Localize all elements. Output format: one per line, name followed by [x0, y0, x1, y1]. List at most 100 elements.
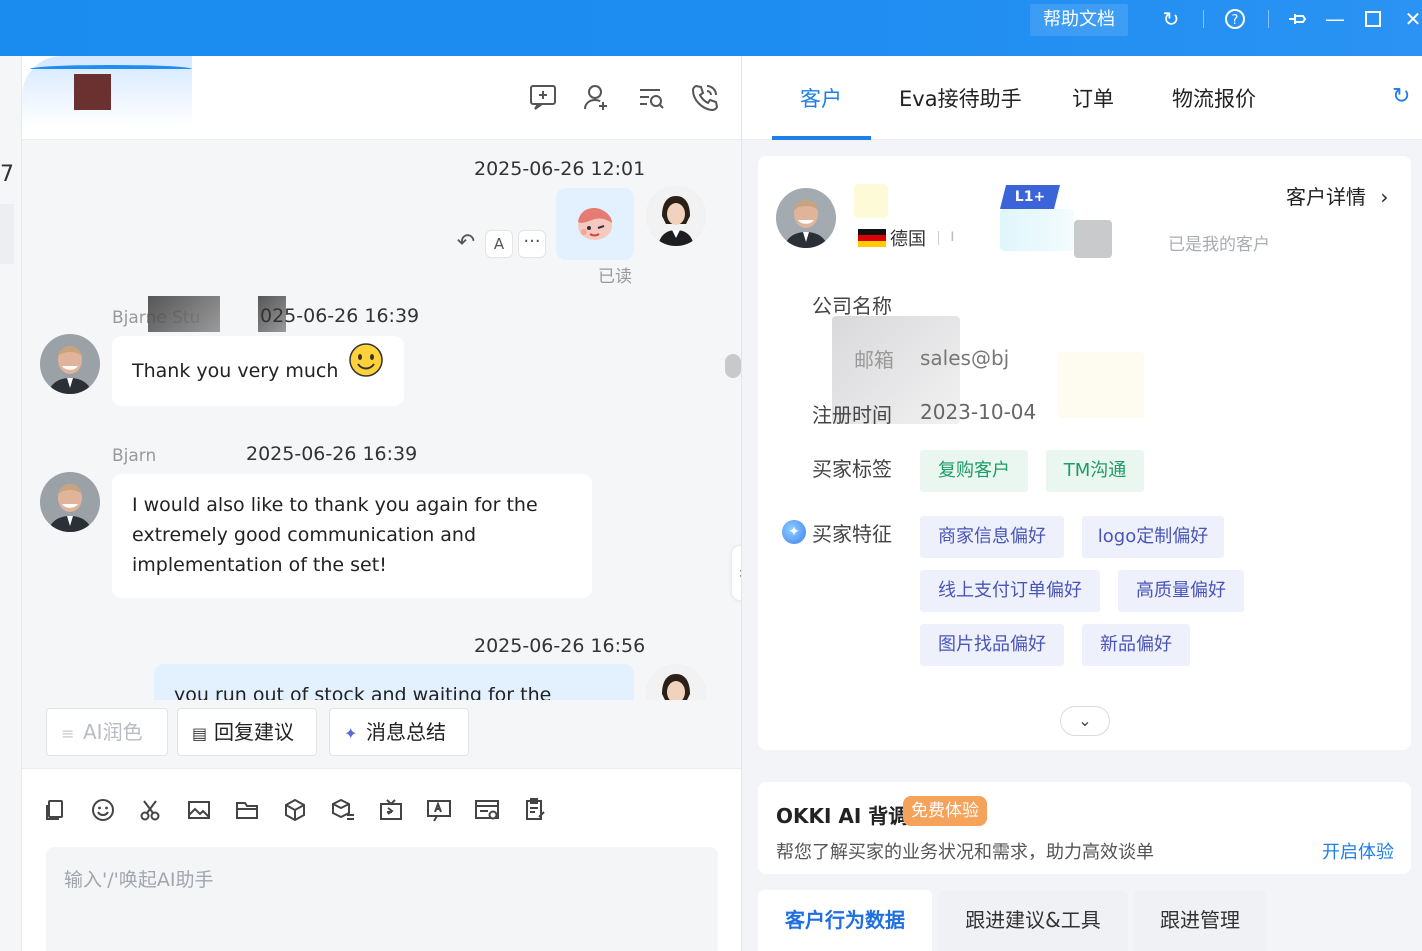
more-options-icon[interactable]: ··· — [518, 230, 546, 258]
registration-value: 2023-10-04 — [920, 400, 1037, 424]
catalog-icon[interactable] — [330, 797, 358, 825]
buyer-feature[interactable]: 商家信息偏好 — [920, 516, 1064, 558]
level-badge: L1+ — [1000, 185, 1060, 209]
scissors-icon[interactable] — [138, 797, 166, 825]
tab-customer-behavior[interactable]: 客户行为数据 — [758, 890, 932, 951]
product-icon[interactable] — [282, 797, 310, 825]
email-label: 邮箱 — [854, 348, 894, 372]
message-bubble[interactable]: you run out of stock and waiting for the — [154, 664, 634, 700]
image-icon[interactable] — [186, 797, 214, 825]
chat-panel: 2025-06-26 12:01 ↶ A ··· 已读 Bjarne Stu 0… — [22, 56, 752, 951]
company-name-label: 公司名称 — [812, 294, 892, 318]
redacted-block — [1000, 209, 1074, 251]
message-input[interactable]: 输入'/'唤起AI助手 — [46, 847, 718, 951]
refresh-icon[interactable]: ↻ — [1392, 84, 1410, 109]
translate-message-icon[interactable]: A — [485, 230, 513, 258]
help-docs-button[interactable]: 帮助文档 — [1030, 4, 1128, 36]
message-list[interactable]: 2025-06-26 12:01 ↶ A ··· 已读 Bjarne Stu 0… — [22, 140, 741, 700]
tab-eva-assistant[interactable]: Eva接待助手 — [899, 83, 1022, 113]
customer-country: 德国 — [890, 229, 926, 250]
message-line: extremely good communication and — [132, 524, 477, 546]
selected-conversation[interactable] — [0, 204, 14, 264]
customer-avatar[interactable] — [776, 188, 836, 248]
meta-separator — [938, 231, 939, 245]
contact-avatar[interactable] — [74, 74, 111, 110]
message-summary-label: 消息总结 — [366, 720, 446, 744]
buyer-feature[interactable]: 新品偏好 — [1082, 624, 1190, 666]
tab-customer[interactable]: 客户 — [800, 83, 842, 113]
smile-emoji — [348, 337, 384, 407]
message-summary-button[interactable]: ✦ 消息总结 — [329, 708, 469, 756]
ai-polish-label: AI润色 — [83, 720, 143, 744]
customer-detail-link[interactable]: 客户详情 › — [1286, 181, 1388, 210]
my-avatar[interactable] — [646, 664, 706, 700]
folder-icon[interactable] — [234, 797, 262, 825]
copy-icon[interactable] — [42, 797, 70, 825]
reply-icon[interactable]: ↶ — [452, 230, 480, 258]
scrollbar-thumb[interactable] — [725, 354, 741, 378]
sparkle-icon: ✦ — [344, 724, 358, 743]
minimize-icon[interactable]: — — [1320, 4, 1350, 34]
video-icon[interactable] — [378, 797, 406, 825]
ai-card-title: OKKI AI 背调 — [776, 804, 909, 828]
search-messages-icon[interactable] — [636, 82, 668, 114]
help-icon[interactable]: ? — [1220, 4, 1250, 34]
message-text: Thank you very much — [132, 360, 339, 382]
message-bubble[interactable]: I would also like to thank you again for… — [112, 474, 592, 598]
buyer-feature[interactable]: 高质量偏好 — [1118, 570, 1244, 612]
my-avatar[interactable] — [646, 186, 706, 246]
emoji-icon[interactable] — [90, 797, 118, 825]
tab-followup-management[interactable]: 跟进管理 — [1134, 890, 1266, 951]
title-separator — [1268, 10, 1269, 28]
buyer-feature[interactable]: 图片找品偏好 — [920, 624, 1064, 666]
buyer-tag[interactable]: TM沟通 — [1046, 450, 1144, 492]
buyer-tag[interactable]: 复购客户 — [920, 450, 1028, 492]
customer-avatar[interactable] — [40, 472, 100, 532]
add-contact-icon[interactable] — [582, 82, 614, 114]
pin-icon[interactable] — [1282, 4, 1312, 34]
active-tab-indicator — [772, 136, 871, 140]
list-digit: 7 — [0, 162, 14, 187]
title-bar: 帮助文档 ↻ ? — ✕ — [0, 0, 1422, 56]
add-chat-icon[interactable] — [528, 82, 560, 114]
message-timestamp: 2025-06-26 16:56 — [474, 635, 646, 657]
close-icon[interactable]: ✕ — [1398, 4, 1422, 34]
template-icon[interactable] — [522, 797, 550, 825]
reply-suggestion-button[interactable]: ▤ 回复建议 — [177, 708, 317, 756]
email-value[interactable]: sales@bj — [920, 346, 1009, 370]
buyer-feature[interactable]: logo定制偏好 — [1082, 516, 1224, 558]
translate-icon[interactable] — [426, 797, 454, 825]
card-icon[interactable] — [474, 797, 502, 825]
ai-card-description: 帮您了解买家的业务状况和需求，助力高效谈单 — [776, 842, 1154, 863]
tab-followup-suggestions[interactable]: 跟进建议&工具 — [938, 890, 1128, 951]
country-fragment: ı — [950, 226, 955, 246]
message-line: I would also like to thank you again for… — [132, 494, 538, 516]
buyer-feature[interactable]: 线上支付订单偏好 — [920, 570, 1100, 612]
refresh-icon[interactable]: ↻ — [1156, 4, 1186, 34]
customer-card: L1+ 德国 ı 客户详情 › 已是我的客户 公司名称 邮箱 sales@bj … — [758, 156, 1411, 750]
svg-text:?: ? — [1232, 13, 1239, 28]
call-icon[interactable] — [690, 82, 722, 114]
chevron-down-icon[interactable]: ⌄ — [1060, 706, 1110, 736]
tab-orders[interactable]: 订单 — [1072, 83, 1114, 113]
ai-polish-button[interactable]: ≡ AI润色 — [46, 708, 168, 756]
message-timestamp: 2025-06-26 16:39 — [246, 443, 418, 465]
customer-status: 已是我的客户 — [1168, 235, 1270, 255]
buyer-tags-label: 买家标签 — [812, 457, 892, 481]
bottom-tabs: 客户行为数据 跟进建议&工具 跟进管理 — [758, 890, 1411, 951]
chevron-right-icon: › — [1380, 185, 1389, 209]
customer-avatar[interactable] — [40, 334, 100, 394]
ai-features-icon: ✦ — [782, 520, 806, 544]
ai-polish-icon: ≡ — [61, 724, 75, 743]
tab-logistics-quote[interactable]: 物流报价 — [1172, 83, 1256, 113]
maximize-icon[interactable] — [1358, 4, 1388, 34]
chat-header — [22, 56, 741, 140]
message-line: implementation of the set! — [132, 554, 387, 576]
conversation-list-edge: 7 — [0, 56, 22, 951]
message-bubble[interactable]: Thank you very much — [112, 336, 405, 407]
start-trial-link[interactable]: 开启体验 — [1322, 838, 1394, 864]
reply-suggestion-label: 回复建议 — [214, 720, 294, 744]
redacted-block — [148, 296, 220, 332]
sticker-bubble[interactable] — [556, 188, 634, 260]
redacted-block — [1058, 352, 1144, 418]
